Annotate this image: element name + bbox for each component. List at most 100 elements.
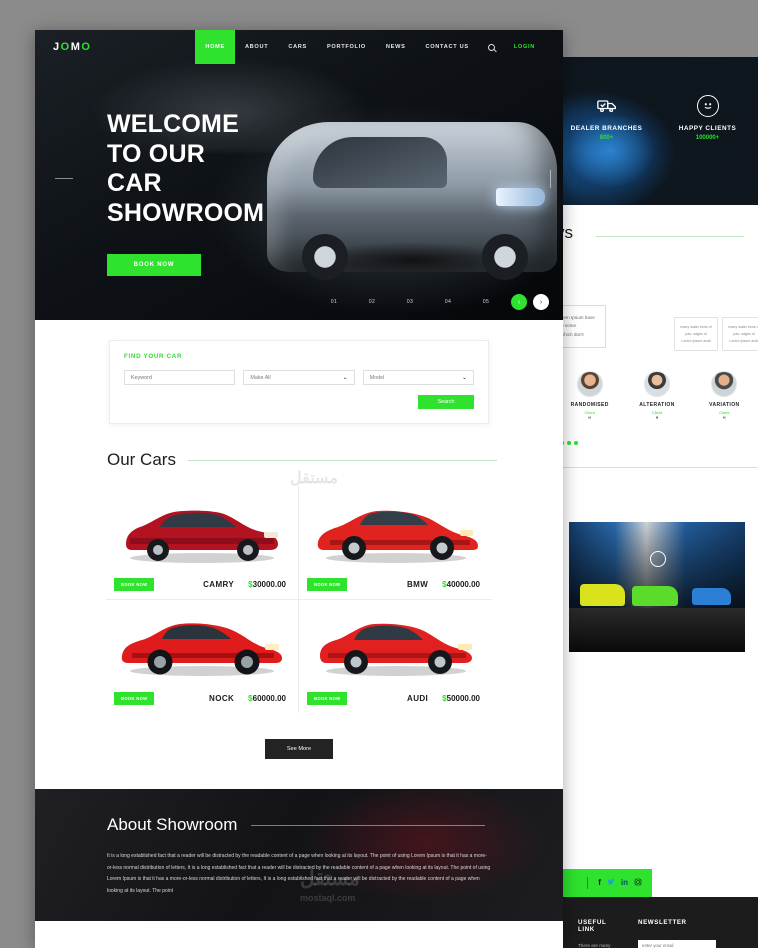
chevron-left-icon[interactable]: ‹: [511, 294, 527, 310]
car-name: BMW: [406, 580, 429, 589]
hero-decoration-left: [55, 178, 73, 179]
main-navigation: HOME ABOUT CARS PORTFOLIO NEWS CONTACT U…: [195, 30, 545, 64]
footer: USEFUL LINK There are many variations of…: [556, 897, 758, 948]
testimonial-avatars-row: RANDOMISED Client “ ALTERATION Client “ …: [556, 371, 758, 423]
newsletter-email-input[interactable]: [638, 940, 716, 948]
nock-illustration: [121, 623, 282, 676]
quote-mark-icon: “: [588, 417, 592, 423]
book-now-button[interactable]: BOOK NOW: [307, 692, 348, 705]
stat-label: DEALER BRANCHES: [570, 125, 643, 132]
stat-dealer-branches: DEALER BRANCHES 800+: [556, 95, 657, 141]
testimonial-alteration[interactable]: ALTERATION Client “: [623, 371, 690, 423]
price-value: 50000.00: [446, 694, 480, 703]
quote-mark-icon: “: [655, 417, 659, 423]
footer-newsletter: NEWSLETTER SUBSCRIBE: [638, 919, 744, 948]
car-meta: BOOK NOW BMW $40000.00: [305, 572, 486, 599]
car-card-audi[interactable]: BOOK NOW AUDI $50000.00: [299, 600, 492, 713]
find-your-car-section: FIND YOUR CAR Make All ⌄ Model ⌄ Search: [35, 320, 563, 424]
book-now-button[interactable]: BOOK NOW: [114, 578, 155, 591]
testimonial-name: ALTERATION: [639, 402, 675, 408]
logo-j: J: [53, 41, 61, 53]
testimonial-role: Client: [584, 410, 595, 415]
slide-number-04[interactable]: 04: [429, 299, 467, 305]
facebook-icon[interactable]: f: [598, 879, 601, 887]
nav-item-contact-us[interactable]: CONTACT US: [416, 30, 479, 64]
stat-value: 100000+: [695, 135, 720, 141]
linkedin-icon[interactable]: in: [621, 879, 628, 887]
hero-section: JOMO HOME ABOUT CARS PORTFOLIO NEWS CONT…: [35, 30, 563, 320]
carousel-dot[interactable]: [567, 441, 571, 445]
footer-heading: USEFUL LINK: [578, 919, 607, 933]
hero-book-now-button[interactable]: BOOK NOW: [107, 254, 201, 276]
car-price: $30000.00: [248, 580, 286, 589]
nav-item-login[interactable]: LOGIN: [504, 30, 545, 64]
search-icon[interactable]: [479, 30, 504, 64]
vw-logo-icon: [649, 550, 666, 567]
book-now-button[interactable]: BOOK NOW: [114, 692, 155, 705]
nav-item-cars[interactable]: CARS: [278, 30, 317, 64]
car-image: [112, 496, 292, 572]
car-price: $60000.00: [248, 694, 286, 703]
nav-item-news[interactable]: NEWS: [376, 30, 416, 64]
smiley-face-icon: [696, 95, 719, 117]
our-cars-title: Our Cars: [107, 450, 176, 469]
chevron-right-icon[interactable]: ›: [533, 294, 549, 310]
logo-o-first: O: [60, 41, 71, 53]
car-image: [305, 610, 486, 686]
navbar: JOMO HOME ABOUT CARS PORTFOLIO NEWS CONT…: [35, 30, 563, 64]
logo[interactable]: JOMO: [53, 41, 91, 53]
screenshot-canvas: DEALER BRANCHES 800+ HAPPY CLIENTS 10000…: [0, 0, 758, 948]
our-cars-header: Our Cars: [35, 424, 563, 470]
testimonial-role: Client: [651, 410, 663, 415]
price-value: 40000.00: [446, 580, 480, 589]
slide-number-01[interactable]: 01: [315, 299, 353, 305]
find-your-car-card: FIND YOUR CAR Make All ⌄ Model ⌄ Search: [109, 340, 489, 424]
divider: [587, 877, 589, 889]
social-bar: gmail f in: [556, 869, 652, 897]
nav-item-about[interactable]: ABOUT: [235, 30, 278, 64]
stats-row: DEALER BRANCHES 800+ HAPPY CLIENTS 10000…: [556, 95, 758, 141]
slide-number-03[interactable]: 03: [391, 299, 429, 305]
testimonial-randomised[interactable]: RANDOMISED Client “: [556, 371, 623, 423]
audi-illustration: [319, 623, 472, 676]
nav-item-portfolio[interactable]: PORTFOLIO: [317, 30, 376, 64]
title-rule: [187, 459, 497, 461]
find-your-car-fields: Make All ⌄ Model ⌄: [124, 370, 474, 385]
footer-useful-link: USEFUL LINK There are many variations of…: [578, 919, 620, 948]
twitter-icon[interactable]: [607, 878, 615, 888]
price-value: 30000.00: [252, 580, 286, 589]
make-select[interactable]: Make All ⌄: [243, 370, 355, 385]
slide-number-02[interactable]: 02: [353, 299, 391, 305]
chevron-down-icon: ⌄: [342, 375, 348, 381]
hero-line-2: TO OUR: [107, 139, 205, 168]
see-more-button[interactable]: See More: [264, 739, 334, 759]
slide-number-05[interactable]: 05: [467, 299, 505, 305]
keyword-input[interactable]: [124, 370, 236, 385]
testimonial-variation[interactable]: VARIATION Client “: [691, 371, 758, 423]
testimonial-name: RANDOMISED: [570, 402, 609, 408]
price-value: 60000.00: [252, 694, 286, 703]
car-card-camry[interactable]: BOOK NOW CAMRY $30000.00: [106, 486, 299, 600]
car-image: [305, 496, 486, 572]
model-select[interactable]: Model ⌄: [362, 370, 474, 385]
cars-grid: BOOK NOW CAMRY $30000.00 BOOK NOW BMW $4…: [106, 486, 492, 713]
car-meta: BOOK NOW AUDI $50000.00: [305, 686, 486, 713]
hero-slider-nav: 01 02 03 04 05 ‹ ›: [315, 294, 549, 310]
search-button[interactable]: Search: [418, 395, 474, 409]
carousel-dot[interactable]: [574, 441, 578, 445]
testimonial-name: VARIATION: [709, 402, 740, 408]
footer-heading: NEWSLETTER: [638, 919, 687, 926]
nav-item-home[interactable]: HOME: [195, 30, 235, 64]
car-image: [112, 610, 292, 686]
book-now-button[interactable]: BOOK NOW: [307, 578, 348, 591]
secondary-page-preview: DEALER BRANCHES 800+ HAPPY CLIENTS 10000…: [556, 57, 758, 948]
footer-columns: USEFUL LINK There are many variations of…: [556, 897, 758, 948]
truck-check-icon: [596, 95, 618, 117]
photo-floor: [569, 607, 745, 652]
car-card-bmw[interactable]: BOOK NOW BMW $40000.00: [299, 486, 492, 600]
testimonial-quote-large: s of passages of Lorem Ipsum have suffer…: [556, 305, 606, 349]
instagram-icon[interactable]: [634, 878, 642, 888]
car-meta: BOOK NOW NOCK $60000.00: [112, 686, 292, 713]
car-card-nock[interactable]: BOOK NOW NOCK $60000.00: [106, 600, 299, 713]
find-your-car-title: FIND YOUR CAR: [124, 353, 183, 360]
